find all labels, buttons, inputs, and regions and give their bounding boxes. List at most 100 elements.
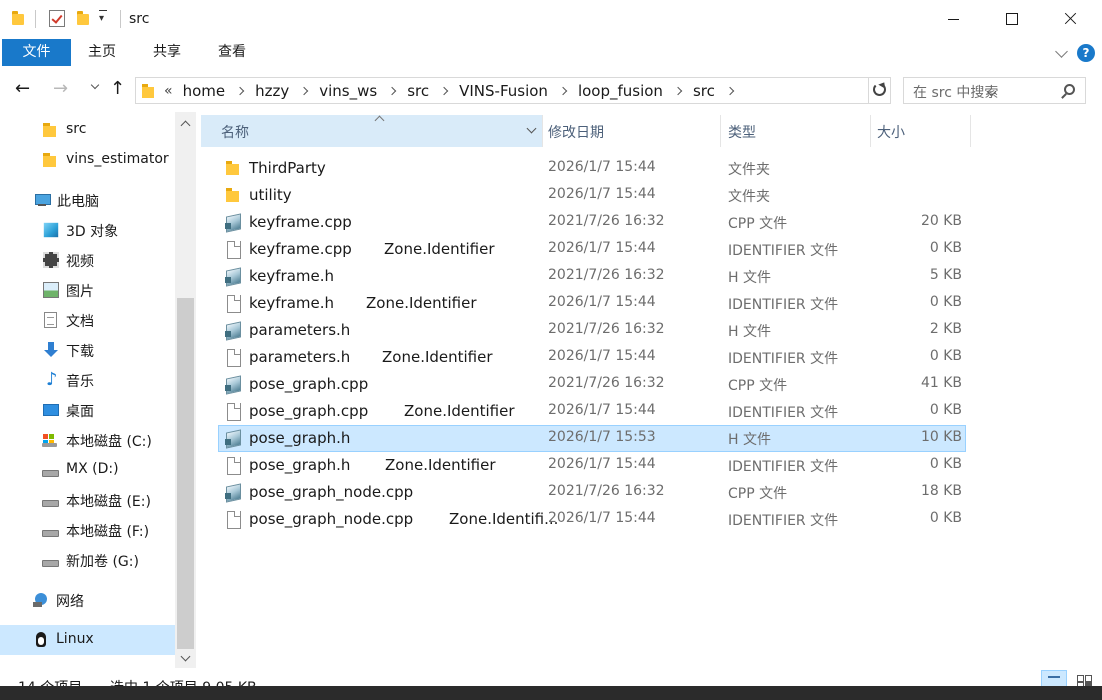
breadcrumb-item[interactable]: VINS-Fusion [459, 82, 548, 100]
scrollbar-thumb[interactable] [177, 298, 194, 649]
close-button[interactable] [1041, 0, 1099, 38]
music-icon [43, 369, 59, 390]
file-date: 2026/1/7 15:44 [548, 186, 656, 202]
address-bar[interactable]: « home hzzy vins_ws src VINS-Fusion loop… [135, 77, 997, 104]
file-row[interactable]: ThirdParty 2026/1/7 15:44 文件夹 [218, 155, 966, 182]
chevron-right-icon[interactable] [558, 86, 568, 95]
drive-icon [42, 462, 59, 478]
up-icon[interactable]: ↑ [110, 78, 125, 100]
file-row[interactable]: keyframe.h Zone.Identifier 2026/1/7 15:44 I… [218, 290, 966, 317]
sidebar-item-videos[interactable]: 视频 [0, 245, 175, 275]
sidebar-item-desktop[interactable]: 桌面 [0, 395, 175, 425]
scroll-up-icon[interactable] [180, 120, 191, 131]
breadcrumb-overflow[interactable]: « [164, 83, 173, 99]
minimize-button[interactable] [925, 0, 983, 38]
file-row[interactable]: pose_graph.cpp 2021/7/26 16:32 CPP 文件 41 KB [218, 371, 966, 398]
file-size: 20 KB [920, 213, 962, 229]
refresh-button[interactable] [869, 77, 891, 104]
file-row[interactable]: keyframe.h 2021/7/26 16:32 H 文件 5 KB [218, 263, 966, 290]
sidebar-item-drive-f[interactable]: 本地磁盘 (F:) [0, 515, 175, 545]
file-row[interactable]: parameters.h 2021/7/26 16:32 H 文件 2 KB [218, 317, 966, 344]
file-row[interactable]: pose_graph.cpp Zone.Identifier 2026/1/7 15… [218, 398, 966, 425]
sidebar-item-3d-objects[interactable]: 3D 对象 [0, 215, 175, 245]
file-row[interactable]: utility 2026/1/7 15:44 文件夹 [218, 182, 966, 209]
breadcrumb-item[interactable]: loop_fusion [578, 82, 663, 100]
sidebar-item-documents[interactable]: 文档 [0, 305, 175, 335]
file-list: 名称 修改日期 类型 大小 ThirdParty 2026/1/7 15:44 文件… [196, 112, 1102, 668]
breadcrumb-item[interactable]: vins_ws [319, 82, 377, 100]
file-date: 2021/7/26 16:32 [548, 267, 665, 283]
sidebar-item-drive-c[interactable]: 本地磁盘 (C:) [0, 425, 175, 455]
properties-icon[interactable] [49, 10, 65, 27]
blank-file-icon [225, 457, 241, 475]
sidebar-item-drive-d[interactable]: MX (D:) [0, 455, 175, 485]
tab-share[interactable]: 共享 [153, 39, 181, 66]
video-icon [43, 252, 59, 268]
sidebar-item-downloads[interactable]: 下载 [0, 335, 175, 365]
file-date: 2021/7/26 16:32 [548, 375, 665, 391]
sidebar-item-vins-estimator[interactable]: vins_estimator [0, 145, 175, 175]
pictures-icon [43, 282, 59, 298]
sidebar-item-pictures[interactable]: 图片 [0, 275, 175, 305]
sidebar-item-drive-e[interactable]: 本地磁盘 (E:) [0, 485, 175, 515]
breadcrumb-item[interactable]: src [693, 82, 715, 100]
column-header-name[interactable]: 名称 [201, 115, 542, 147]
breadcrumb-item[interactable]: hzzy [255, 82, 289, 100]
sidebar-item-label: 网络 [56, 594, 84, 610]
sidebar-item-music[interactable]: 音乐 [0, 365, 175, 395]
file-type: 文件夹 [728, 189, 770, 205]
chevron-right-icon[interactable] [235, 86, 245, 95]
recent-locations-icon[interactable] [90, 80, 100, 90]
tab-view[interactable]: 查看 [218, 39, 246, 66]
help-icon[interactable]: ? [1077, 44, 1095, 62]
file-row[interactable]: keyframe.cpp Zone.Identifier 2026/1/7 15:4… [218, 236, 966, 263]
column-filter-icon[interactable] [526, 123, 537, 134]
chevron-right-icon[interactable] [725, 86, 735, 95]
sidebar-item-this-pc[interactable]: 此电脑 [0, 185, 175, 215]
breadcrumb-item[interactable]: src [407, 82, 429, 100]
breadcrumb-item[interactable]: home [183, 82, 226, 100]
sidebar-scrollbar[interactable] [175, 112, 196, 668]
search-icon[interactable] [1064, 84, 1075, 95]
file-row[interactable]: keyframe.cpp 2021/7/26 16:32 CPP 文件 20 KB [218, 209, 966, 236]
file-row[interactable]: pose_graph_node.cpp Zone.Identifi... 2026/… [218, 506, 966, 533]
chevron-right-icon[interactable] [673, 86, 683, 95]
column-header-size[interactable]: 大小 [870, 115, 970, 147]
file-row[interactable]: pose_graph_node.cpp 2021/7/26 16:32 CPP 文件… [218, 479, 966, 506]
column-header-date[interactable]: 修改日期 [542, 115, 720, 147]
file-type: IDENTIFIER 文件 [728, 351, 839, 367]
file-stream-name: Zone.Identifier [385, 456, 496, 474]
column-header-type[interactable]: 类型 [720, 115, 870, 147]
file-row[interactable]: parameters.h Zone.Identifier 2026/1/7 15:4… [218, 344, 966, 371]
file-type: IDENTIFIER 文件 [728, 459, 839, 475]
file-date: 2026/1/7 15:44 [548, 240, 656, 256]
search-input[interactable]: 在 src 中搜索 [903, 77, 1086, 104]
tab-file[interactable]: 文件 [2, 39, 71, 66]
file-name: pose_graph.h [249, 456, 351, 474]
tab-home[interactable]: 主页 [88, 39, 116, 66]
file-row[interactable]: pose_graph.h Zone.Identifier 2026/1/7 15:4… [218, 452, 966, 479]
chevron-right-icon[interactable] [387, 86, 397, 95]
maximize-button[interactable] [983, 0, 1041, 38]
file-type: CPP 文件 [728, 378, 788, 394]
column-header-label: 名称 [221, 125, 249, 141]
file-row[interactable]: pose_graph.h 2026/1/7 15:53 H 文件 10 KB [218, 425, 966, 452]
breadcrumb: « home hzzy vins_ws src VINS-Fusion loop… [164, 78, 745, 103]
customize-quick-access-icon[interactable]: ▾ [99, 10, 108, 24]
scroll-down-icon[interactable] [180, 651, 191, 662]
chevron-right-icon[interactable] [300, 86, 309, 95]
sidebar-item-drive-g[interactable]: 新加卷 (G:) [0, 545, 175, 575]
new-folder-icon[interactable] [77, 11, 89, 25]
sidebar-item-src[interactable]: src [0, 115, 175, 145]
sidebar-item-network[interactable]: 网络 [0, 585, 175, 615]
sidebar-item-linux[interactable]: Linux [0, 625, 175, 655]
code-file-icon [225, 484, 241, 500]
back-icon[interactable]: ← [15, 78, 30, 100]
chevron-right-icon[interactable] [439, 86, 449, 95]
expand-ribbon-icon[interactable] [1055, 45, 1068, 58]
file-name: pose_graph_node.cpp [249, 483, 414, 501]
sidebar-item-label: 音乐 [66, 374, 94, 390]
column-divider[interactable] [970, 115, 971, 147]
forward-icon[interactable]: → [53, 78, 68, 100]
sidebar-item-label: 新加卷 (G:) [66, 554, 139, 570]
